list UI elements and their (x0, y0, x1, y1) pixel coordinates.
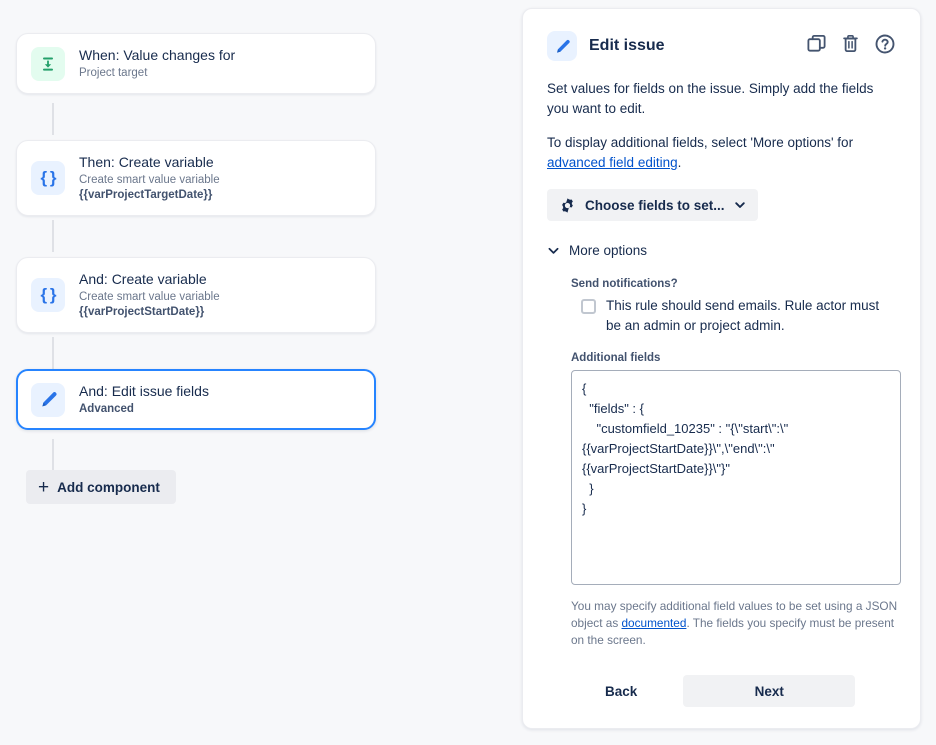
rule-node-detail: {{varProjectTargetDate}} (79, 189, 213, 201)
connector-line (52, 220, 54, 252)
additional-fields-help: You may specify additional field values … (571, 598, 903, 649)
help-icon[interactable] (874, 33, 896, 60)
send-notifications-checkbox-label: This rule should send emails. Rule actor… (606, 298, 880, 333)
more-options-body: Send notifications? This rule should sen… (547, 278, 901, 707)
send-notifications-row[interactable]: This rule should send emails. Rule actor… (571, 296, 896, 336)
add-component-button[interactable]: + Add component (26, 470, 176, 504)
chevron-down-icon (734, 199, 746, 211)
connector-line (52, 337, 54, 369)
rule-node-text: When: Value changes for Project target (79, 46, 361, 81)
panel-description-2: To display additional fields, select 'Mo… (547, 133, 896, 173)
rule-node-text: Then: Create variable Create smart value… (79, 153, 361, 203)
back-button[interactable]: Back (591, 676, 651, 707)
send-notifications-label: Send notifications? (571, 278, 678, 290)
choose-fields-button[interactable]: Choose fields to set... (547, 189, 758, 221)
description-2-prefix: To display additional fields, select 'Mo… (547, 135, 854, 150)
next-button[interactable]: Next (683, 675, 856, 707)
rule-node-subtitle: Create smart value variable (79, 174, 220, 186)
rule-canvas: When: Value changes for Project target {… (0, 0, 500, 745)
send-notifications-checkbox[interactable] (581, 299, 596, 314)
description-2-suffix: . (677, 155, 682, 170)
rule-node-title: And: Edit issue fields (79, 383, 209, 399)
pencil-icon (31, 382, 65, 417)
rule-node-title: When: Value changes for (79, 47, 236, 63)
gear-icon (559, 197, 576, 214)
rule-node-subtitle: Create smart value variable (79, 291, 220, 303)
connector-line (52, 103, 54, 135)
panel-footer: Back Next (571, 675, 896, 707)
pencil-icon (547, 31, 577, 61)
rule-node-subtitle: Advanced (79, 403, 134, 415)
documented-link[interactable]: documented (622, 616, 687, 630)
add-component-label: Add component (57, 479, 160, 495)
rule-node-and-create-variable[interactable]: { } And: Create variable Create smart va… (16, 257, 376, 333)
chevron-down-icon (547, 244, 560, 257)
choose-fields-label: Choose fields to set... (585, 197, 725, 213)
panel-header: Edit issue (547, 31, 896, 61)
panel-header-actions (806, 33, 896, 60)
rule-node-text: And: Create variable Create smart value … (79, 270, 361, 320)
rule-node-subtitle: Project target (79, 67, 148, 79)
connector-line (52, 439, 54, 471)
page-title: Edit issue (589, 37, 665, 54)
panel-description-1: Set values for fields on the issue. Simp… (547, 81, 874, 116)
rule-node-title: And: Create variable (79, 271, 207, 287)
rule-node-and-edit-issue-fields[interactable]: And: Edit issue fields Advanced (16, 369, 376, 430)
plus-icon: + (38, 476, 50, 498)
advanced-field-editing-link[interactable]: advanced field editing (547, 155, 678, 170)
additional-fields-input[interactable] (571, 370, 901, 585)
rule-node-title: Then: Create variable (79, 154, 214, 170)
curly-braces-icon: { } (31, 278, 65, 312)
curly-braces-icon: { } (31, 161, 65, 195)
value-changes-icon (31, 46, 65, 81)
more-options-label: More options (569, 243, 648, 258)
additional-fields-label: Additional fields (571, 352, 661, 364)
more-options-toggle[interactable]: More options (547, 243, 896, 258)
rule-node-text: And: Edit issue fields Advanced (79, 382, 361, 417)
rule-node-when-value-changes[interactable]: When: Value changes for Project target (16, 33, 376, 94)
edit-issue-panel: Edit issue Set values for fields on the … (522, 8, 921, 729)
duplicate-icon[interactable] (806, 33, 827, 59)
trash-icon[interactable] (840, 33, 861, 59)
rule-node-detail: {{varProjectStartDate}} (79, 306, 205, 318)
rule-node-then-create-variable[interactable]: { } Then: Create variable Create smart v… (16, 140, 376, 216)
